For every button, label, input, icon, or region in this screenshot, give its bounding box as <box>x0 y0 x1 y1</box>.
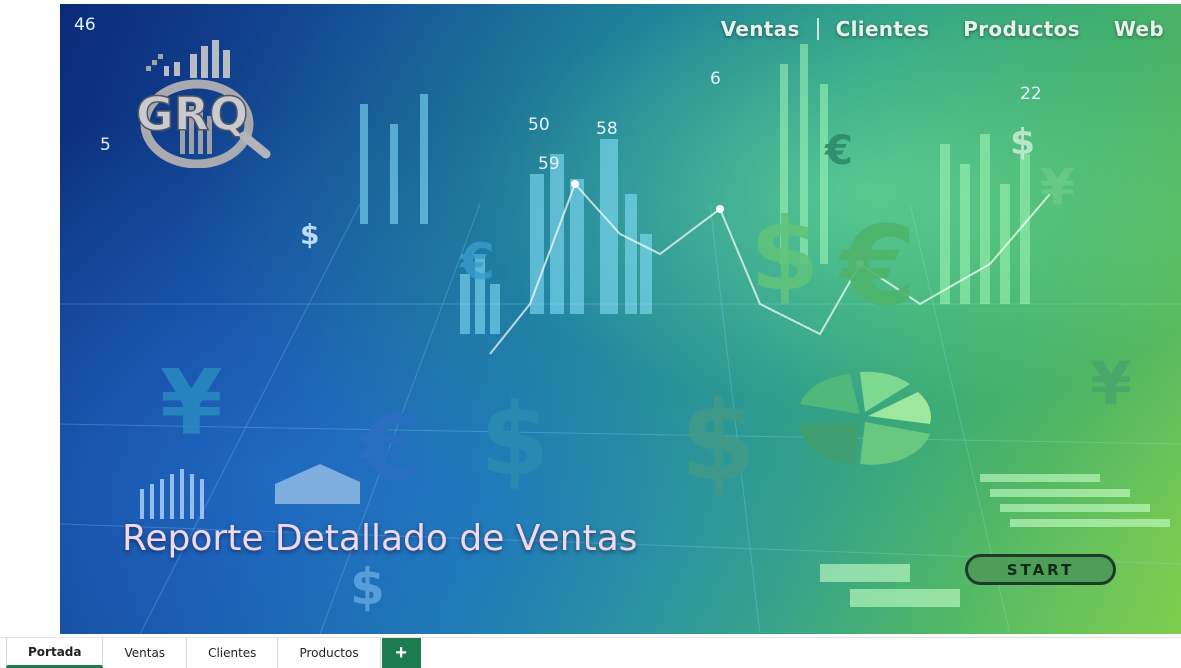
svg-text:50: 50 <box>528 115 550 135</box>
svg-text:$: $ <box>480 381 550 498</box>
svg-text:59: 59 <box>538 154 560 174</box>
grq-logo: GRQ <box>135 40 271 168</box>
nav-ventas[interactable]: Ventas <box>704 17 817 41</box>
sheet-tab-bar: Portada Ventas Clientes Productos + <box>0 637 1181 668</box>
sheet-tab-portada[interactable]: Portada <box>6 638 104 668</box>
nav-clientes[interactable]: Clientes <box>819 17 947 41</box>
svg-text:€: € <box>837 202 917 330</box>
plus-icon: + <box>395 641 407 664</box>
add-sheet-button[interactable]: + <box>381 638 421 668</box>
svg-text:5: 5 <box>100 135 111 155</box>
svg-text:$: $ <box>1010 122 1035 163</box>
report-cover-canvas: $ $ € $ € € ¥ ¥ ¥ $ $ $ € 46 5 50 58 59 … <box>60 4 1181 634</box>
svg-text:¥: ¥ <box>1090 349 1132 419</box>
svg-text:$: $ <box>680 377 757 505</box>
svg-text:$: $ <box>750 196 820 313</box>
sheet-tab-clientes[interactable]: Clientes <box>187 638 279 668</box>
sheet-tab-ventas[interactable]: Ventas <box>103 638 188 668</box>
svg-text:6: 6 <box>710 69 721 89</box>
svg-text:GRQ: GRQ <box>136 87 248 141</box>
nav-web[interactable]: Web <box>1097 17 1181 41</box>
sheet-tab-productos[interactable]: Productos <box>278 638 381 668</box>
svg-text:46: 46 <box>74 15 96 35</box>
svg-text:¥: ¥ <box>160 351 223 456</box>
svg-text:22: 22 <box>1020 84 1042 104</box>
top-navigation: Ventas Clientes Productos Web <box>704 15 1181 43</box>
report-title: Reporte Detallado de Ventas <box>122 518 638 559</box>
svg-text:€: € <box>824 128 853 174</box>
svg-text:¥: ¥ <box>1040 158 1075 216</box>
svg-text:$: $ <box>300 218 319 251</box>
svg-text:€: € <box>459 233 495 291</box>
svg-text:€: € <box>358 396 423 501</box>
svg-text:58: 58 <box>596 119 618 139</box>
start-button[interactable]: START <box>965 554 1116 585</box>
nav-productos[interactable]: Productos <box>946 17 1097 41</box>
svg-text:$: $ <box>350 558 385 616</box>
